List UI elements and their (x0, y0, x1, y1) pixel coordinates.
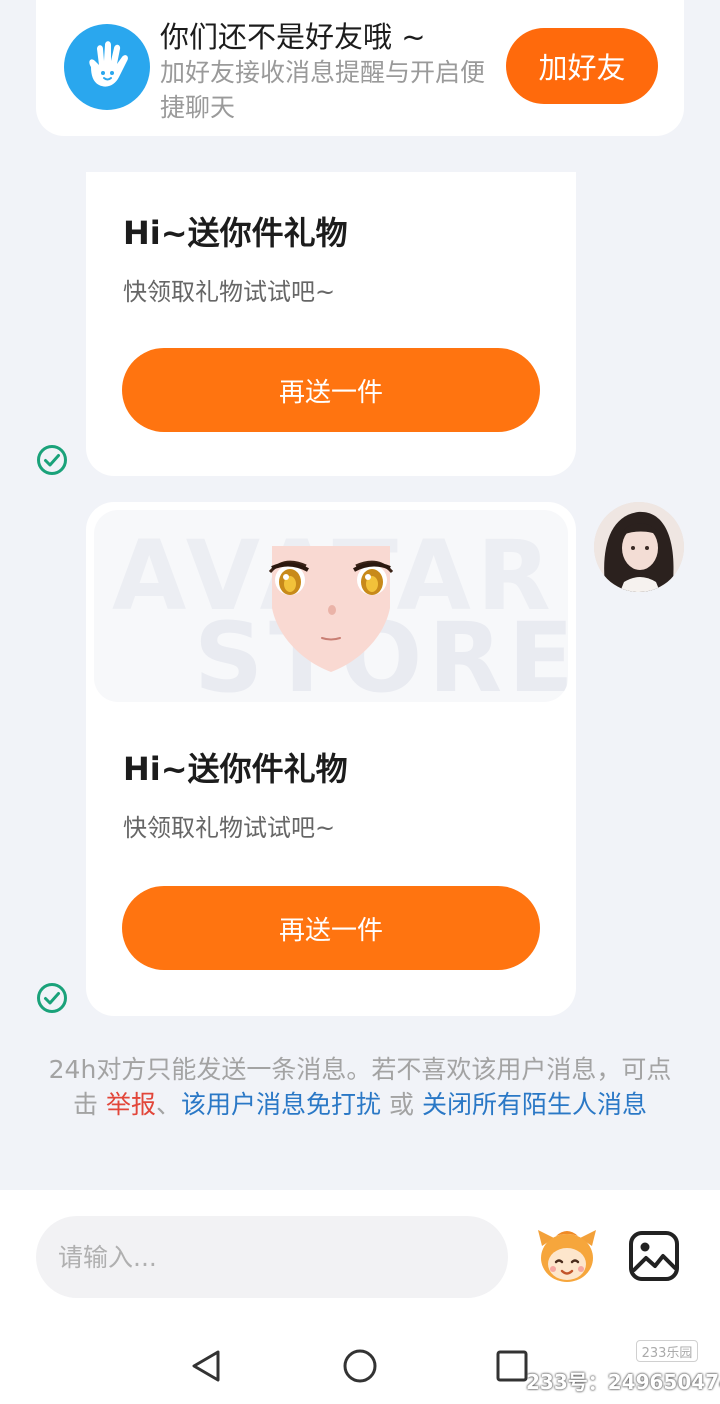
waving-hand-icon (64, 24, 150, 110)
stranger-message-notice: 24h对方只能发送一条消息。若不喜欢该用户消息，可点击 举报、该用户消息免打扰 … (40, 1052, 680, 1122)
banner-title: 你们还不是好友哦 ~ (160, 20, 426, 54)
notice-or-text: 或 (381, 1090, 422, 1119)
nav-home-icon[interactable] (342, 1348, 378, 1384)
check-circle-icon (37, 445, 67, 475)
emoji-mascot-icon[interactable] (534, 1222, 600, 1288)
mute-user-link[interactable]: 该用户消息免打扰 (181, 1090, 381, 1119)
gift-preview-image[interactable]: AVATAR STORE (94, 510, 568, 702)
send-another-gift-button[interactable]: 再送一件 (122, 348, 540, 432)
gift-message-subtitle: 快领取礼物试试吧~ (123, 814, 336, 842)
watermark-id: 233号：249650474 (526, 1370, 720, 1394)
nav-back-icon[interactable] (188, 1348, 224, 1384)
notice-separator: 、 (156, 1090, 182, 1119)
chat-screen: 你们还不是好友哦 ~ 加好友接收消息提醒与开启便捷聊天 加好友 Hi~送你件礼物… (0, 0, 720, 1404)
close-stranger-messages-link[interactable]: 关闭所有陌生人消息 (422, 1090, 647, 1119)
add-friend-banner: 你们还不是好友哦 ~ 加好友接收消息提醒与开启便捷聊天 加好友 (36, 0, 684, 136)
message-input-bar (0, 1190, 720, 1318)
check-circle-icon (37, 983, 67, 1013)
gift-message-card: Hi~送你件礼物 快领取礼物试试吧~ 再送一件 (86, 172, 576, 476)
gift-message-title: Hi~送你件礼物 (123, 750, 348, 788)
nav-recent-apps-icon[interactable] (496, 1350, 528, 1382)
gift-message-title: Hi~送你件礼物 (123, 214, 348, 252)
user-avatar[interactable] (594, 502, 684, 592)
avatar-face-illustration (268, 546, 394, 672)
gift-message-card: AVATAR STORE Hi~送你件礼物 快领取礼物试试吧~ (86, 502, 576, 1016)
report-link[interactable]: 举报 (106, 1090, 156, 1119)
watermark-badge: 233乐园 (636, 1340, 698, 1362)
send-another-gift-button[interactable]: 再送一件 (122, 886, 540, 970)
gift-message-subtitle: 快领取礼物试试吧~ (123, 278, 336, 306)
banner-subtitle: 加好友接收消息提醒与开启便捷聊天 (160, 58, 486, 122)
image-picker-icon[interactable] (628, 1230, 680, 1282)
message-input[interactable] (36, 1216, 508, 1298)
add-friend-button[interactable]: 加好友 (506, 28, 658, 104)
